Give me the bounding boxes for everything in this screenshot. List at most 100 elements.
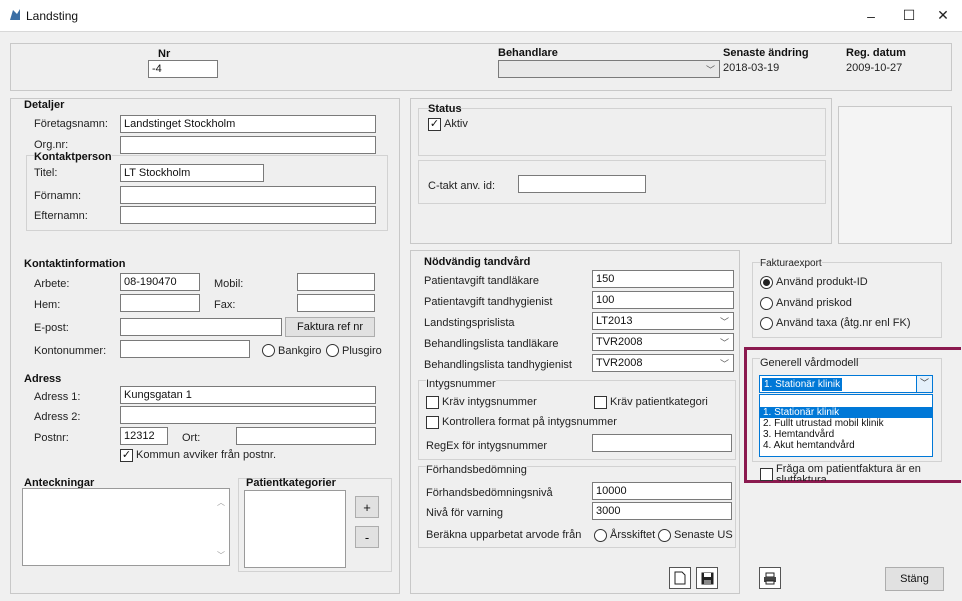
- arbete-field[interactable]: 08-190470: [120, 273, 200, 291]
- aktiv-label: Aktiv: [444, 118, 468, 130]
- remove-patientkat-button[interactable]: -: [355, 526, 379, 548]
- varning-field[interactable]: 3000: [592, 502, 732, 520]
- konto-field[interactable]: [120, 340, 250, 358]
- efternamn-field[interactable]: [120, 206, 376, 224]
- berakna-label: Beräkna upparbetat arvode från: [426, 529, 582, 541]
- status-group: [418, 108, 826, 156]
- epost-label: E-post:: [34, 322, 69, 334]
- senaste-value: 2018-03-19: [723, 62, 780, 74]
- fakturaexport-header: Fakturaexport: [760, 258, 822, 269]
- close-button[interactable]: ✕: [924, 0, 962, 31]
- intyg-header: Intygsnummer: [426, 378, 496, 390]
- behandlare-select[interactable]: ﹀: [498, 60, 720, 78]
- anteckningar-textarea[interactable]: ︿ ﹀: [22, 488, 230, 566]
- adress1-field[interactable]: Kungsgatan 1: [120, 386, 376, 404]
- vardmodell-select[interactable]: 1. Stationär klinik ﹀: [759, 375, 933, 393]
- nr-label: Nr: [158, 48, 171, 60]
- aktiv-checkbox[interactable]: ✓: [428, 118, 441, 131]
- bankgiro-radio[interactable]: [262, 344, 275, 357]
- plusgiro-radio[interactable]: [326, 344, 339, 357]
- forhands-niva-field[interactable]: 10000: [592, 482, 732, 500]
- foretag-field[interactable]: Landstinget Stockholm: [120, 115, 376, 133]
- vardmodell-dropdown: 1. Stationär klinik 2. Fullt utrustad mo…: [759, 406, 933, 457]
- mobil-field[interactable]: [297, 273, 375, 291]
- kontrollera-checkbox[interactable]: [426, 416, 439, 429]
- chevron-down-icon: ﹀: [719, 359, 729, 369]
- patientkat-list[interactable]: [244, 490, 346, 568]
- epost-field[interactable]: [120, 318, 282, 336]
- vardmodell-option[interactable]: 1. Stationär klinik: [760, 407, 932, 418]
- titel-field[interactable]: LT Stockholm: [120, 164, 264, 182]
- faktura-ref-button[interactable]: Faktura ref nr: [285, 317, 375, 337]
- status-header: Status: [428, 103, 462, 115]
- chevron-down-icon: ﹀: [705, 65, 715, 75]
- prislista-select[interactable]: LT2013 ﹀: [592, 312, 734, 330]
- produkt-id-radio[interactable]: [760, 276, 773, 289]
- taxa-radio[interactable]: [760, 317, 773, 330]
- ctakt-field[interactable]: [518, 175, 646, 193]
- taxa-label: Använd taxa (åtg.nr enl FK): [776, 317, 911, 329]
- adress-header: Adress: [24, 373, 62, 385]
- vardmodell-option[interactable]: 3. Hemtandvård: [760, 429, 932, 440]
- arsskiftet-label: Årsskiftet: [610, 529, 656, 541]
- postnr-field[interactable]: 12312: [120, 427, 168, 445]
- pat-tandlakare-field[interactable]: 150: [592, 270, 734, 288]
- arsskiftet-radio[interactable]: [594, 529, 607, 542]
- adress2-label: Adress 2:: [34, 411, 81, 423]
- detaljer-header: Detaljer: [24, 99, 65, 111]
- kommun-checkbox[interactable]: ✓: [120, 449, 133, 462]
- krav-intyg-checkbox[interactable]: [426, 396, 439, 409]
- nr-field[interactable]: -4: [148, 60, 218, 78]
- bankgiro-label: Bankgiro: [278, 345, 322, 357]
- orgnr-field[interactable]: [120, 136, 376, 154]
- fax-field[interactable]: [297, 294, 375, 312]
- chevron-down-icon[interactable]: ﹀: [916, 376, 932, 392]
- hem-field[interactable]: [120, 294, 200, 312]
- adress2-field[interactable]: [120, 406, 376, 424]
- fax-label: Fax:: [214, 299, 236, 311]
- app-icon: [10, 9, 20, 20]
- save-icon: [701, 572, 713, 584]
- mobil-label: Mobil:: [214, 278, 244, 290]
- titel-label: Titel:: [34, 167, 58, 179]
- konto-label: Kontonummer:: [34, 345, 107, 357]
- reg-value: 2009-10-27: [846, 62, 903, 74]
- krav-patkat-checkbox[interactable]: [594, 396, 607, 409]
- vardmodell-option[interactable]: 4. Akut hemtandvård: [760, 440, 932, 451]
- fornamn-field[interactable]: [120, 186, 376, 204]
- printer-icon: [764, 572, 776, 584]
- save-button[interactable]: [696, 567, 718, 589]
- efternamn-label: Efternamn:: [34, 210, 88, 222]
- fraga-checkbox[interactable]: [760, 468, 773, 481]
- senaste-us-radio[interactable]: [658, 529, 671, 542]
- priskod-radio[interactable]: [760, 297, 773, 310]
- kontakt-header: Kontaktperson: [34, 151, 112, 163]
- vardmodell-header: Generell vårdmodell: [760, 357, 859, 369]
- prislista-label: Landstingsprislista: [424, 317, 515, 329]
- print-button[interactable]: [759, 567, 781, 589]
- add-patientkat-button[interactable]: +: [355, 496, 379, 518]
- bl-tandlakare-select[interactable]: TVR2008 ﹀: [592, 333, 734, 351]
- chevron-down-icon: ﹀: [719, 317, 729, 327]
- side-panel: [838, 106, 952, 244]
- scroll-down-icon[interactable]: ﹀: [217, 550, 225, 561]
- new-button[interactable]: [669, 567, 691, 589]
- dropdown-gap: [759, 394, 933, 406]
- scroll-up-icon[interactable]: ︿: [217, 497, 225, 508]
- pat-hygienist-label: Patientavgift tandhygienist: [424, 296, 553, 308]
- hem-label: Hem:: [34, 299, 61, 311]
- stang-button[interactable]: Stäng: [885, 567, 944, 591]
- ctakt-label: C-takt anv. id:: [428, 180, 496, 192]
- title-bar: Landsting – ☐ ✕: [0, 0, 962, 31]
- window-title: Landsting: [26, 9, 79, 23]
- postnr-label: Postnr:: [34, 432, 69, 444]
- bl-hygienist-select[interactable]: TVR2008 ﹀: [592, 354, 734, 372]
- chevron-down-icon: ﹀: [719, 338, 729, 348]
- arbete-label: Arbete:: [34, 278, 70, 290]
- forhands-header: Förhandsbedömning: [426, 464, 527, 476]
- pat-hygienist-field[interactable]: 100: [592, 291, 734, 309]
- vardmodell-option[interactable]: 2. Fullt utrustad mobil klinik: [760, 418, 932, 429]
- ort-field[interactable]: [236, 427, 376, 445]
- regex-field[interactable]: [592, 434, 732, 452]
- kontaktinfo-header: Kontaktinformation: [24, 258, 126, 270]
